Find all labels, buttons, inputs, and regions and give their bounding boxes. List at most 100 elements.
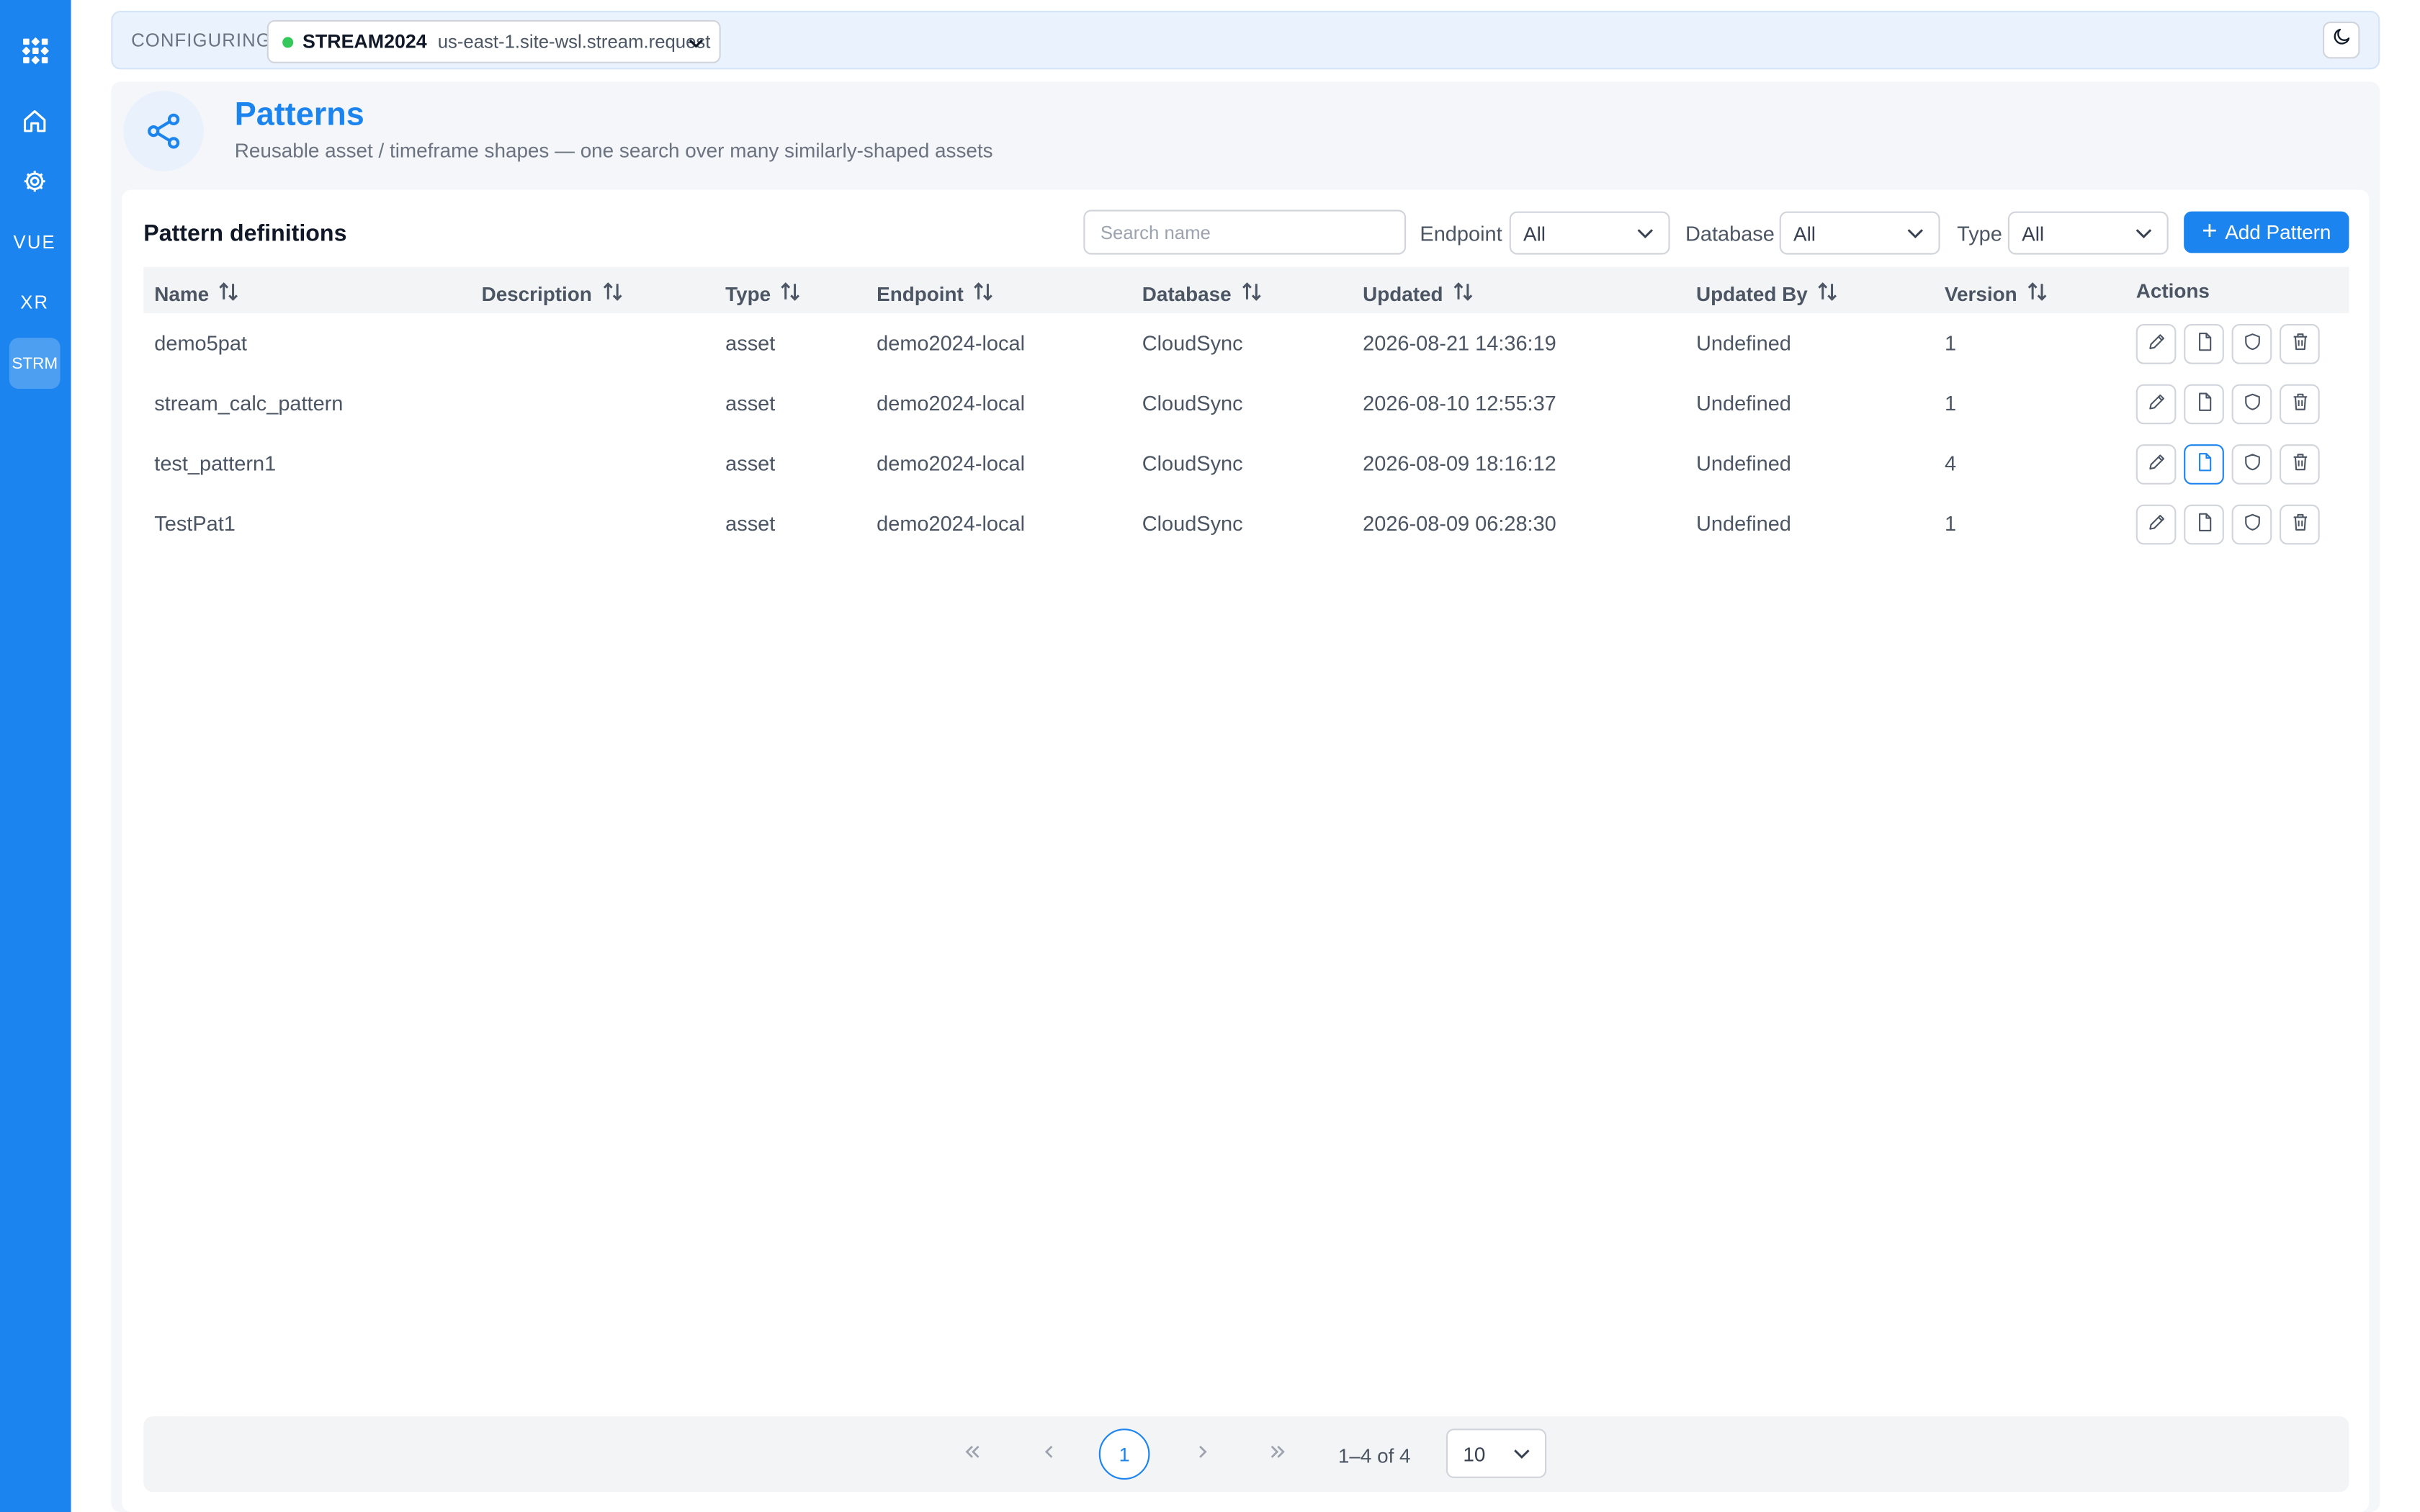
delete-button[interactable] <box>2280 504 2320 545</box>
permissions-button[interactable] <box>2231 444 2272 485</box>
row-actions <box>2136 444 2320 485</box>
cell-version: 4 <box>1945 451 1957 475</box>
shield-icon <box>2242 392 2262 416</box>
sidebar-item-xr[interactable]: XR <box>9 276 60 328</box>
column-label: Updated <box>1363 282 1443 305</box>
permissions-button[interactable] <box>2231 504 2272 545</box>
permissions-button[interactable] <box>2231 324 2272 364</box>
table-row[interactable]: stream_calc_pattern asset demo2024-local… <box>143 374 2349 434</box>
plus-icon: + <box>2202 215 2218 245</box>
cell-updated-by: Undefined <box>1696 331 1791 355</box>
column-header-updated-by[interactable]: Updated By <box>1696 279 1839 307</box>
column-header-type[interactable]: Type <box>725 279 802 307</box>
file-icon <box>2194 332 2214 356</box>
patterns-table: Name Description Type Endpoint Database … <box>143 266 2349 554</box>
delete-button[interactable] <box>2280 444 2320 485</box>
column-label: Endpoint <box>877 282 964 305</box>
database-filter-select[interactable]: All <box>1779 211 1940 255</box>
sort-icon <box>1817 281 1839 307</box>
database-filter-value: All <box>1793 221 1816 245</box>
status-dot <box>282 36 294 48</box>
file-icon <box>2194 512 2214 536</box>
add-pattern-button[interactable]: + Add Pattern <box>2184 211 2349 253</box>
theme-toggle-button[interactable] <box>2323 22 2360 59</box>
view-details-button[interactable] <box>2184 384 2224 425</box>
endpoint-filter-select[interactable]: All <box>1509 211 1670 255</box>
page-subtitle: Reusable asset / timeframe shapes — one … <box>234 138 993 162</box>
gear-icon[interactable] <box>9 156 60 207</box>
trash-icon <box>2290 332 2310 356</box>
edit-button[interactable] <box>2136 444 2177 485</box>
first-page-button[interactable] <box>959 1441 987 1469</box>
page-1-button[interactable]: 1 <box>1098 1428 1150 1480</box>
database-filter-label: Database <box>1685 222 1775 246</box>
column-header-description[interactable]: Description <box>482 279 623 307</box>
cell-name: demo5pat <box>154 331 247 355</box>
prev-page-button[interactable] <box>1036 1441 1064 1469</box>
trash-icon <box>2290 392 2310 416</box>
chevron-down-icon <box>1512 1444 1531 1467</box>
table-row[interactable]: test_pattern1 asset demo2024-local Cloud… <box>143 433 2349 494</box>
view-details-button[interactable] <box>2184 504 2224 545</box>
endpoint-filter-value: All <box>1523 221 1546 245</box>
edit-button[interactable] <box>2136 384 2177 425</box>
column-header-version[interactable]: Version <box>1945 279 2048 307</box>
delete-button[interactable] <box>2280 324 2320 364</box>
page-size-select[interactable]: 10 <box>1446 1428 1547 1478</box>
column-header-name[interactable]: Name <box>154 279 240 307</box>
cell-type: asset <box>725 331 776 355</box>
pencil-icon <box>2146 452 2166 477</box>
table-row[interactable]: TestPat1 asset demo2024-local CloudSync … <box>143 494 2349 554</box>
table-header: Name Description Type Endpoint Database … <box>143 266 2349 313</box>
sort-icon <box>780 281 802 307</box>
endpoint-host: us-east-1.site-wsl.stream.request <box>437 30 711 53</box>
cell-updated: 2026-08-09 06:28:30 <box>1363 512 1556 536</box>
sidebar-item-vue[interactable]: VUE <box>9 216 60 267</box>
moon-icon <box>2331 26 2352 54</box>
view-details-button[interactable] <box>2184 324 2224 364</box>
endpoint-selector[interactable]: STREAM2024 us-east-1.site-wsl.stream.req… <box>266 19 721 63</box>
cell-database: CloudSync <box>1142 512 1243 536</box>
endpoint-name: STREAM2024 <box>302 30 427 53</box>
column-header-actions: Actions <box>2136 279 2210 302</box>
share-nodes-icon <box>123 91 204 171</box>
cell-version: 1 <box>1945 392 1957 415</box>
cell-endpoint: demo2024-local <box>877 331 1025 355</box>
edit-button[interactable] <box>2136 324 2177 364</box>
chevrons-left-icon <box>963 1441 982 1469</box>
column-label: Description <box>481 282 592 305</box>
search-input[interactable] <box>1083 210 1407 255</box>
pagination: 1 1–4 of 4 10 <box>143 1416 2349 1493</box>
sort-icon <box>218 281 240 307</box>
table-row[interactable]: demo5pat asset demo2024-local CloudSync … <box>143 313 2349 374</box>
last-page-button[interactable] <box>1264 1441 1292 1469</box>
cell-updated-by: Undefined <box>1696 392 1791 415</box>
cell-type: asset <box>725 392 776 415</box>
permissions-button[interactable] <box>2231 384 2272 425</box>
home-icon[interactable] <box>9 96 60 147</box>
cell-name: test_pattern1 <box>154 451 277 475</box>
shield-icon <box>2242 452 2262 477</box>
column-header-endpoint[interactable]: Endpoint <box>877 279 995 307</box>
edit-button[interactable] <box>2136 504 2177 545</box>
sidebar-item-strm[interactable]: STRM <box>9 338 60 389</box>
column-label: Actions <box>2136 279 2210 302</box>
type-filter-select[interactable]: All <box>2007 211 2169 255</box>
delete-button[interactable] <box>2280 384 2320 425</box>
sort-icon <box>601 281 623 307</box>
column-header-updated[interactable]: Updated <box>1363 279 1474 307</box>
next-page-button[interactable] <box>1188 1441 1216 1469</box>
column-header-database[interactable]: Database <box>1142 279 1263 307</box>
chevron-down-icon <box>1636 224 1654 247</box>
grid-logo-icon[interactable] <box>9 24 60 76</box>
cell-database: CloudSync <box>1142 331 1243 355</box>
app-root: VUE XR STRM CONFIGURING STREAM2024 us-ea… <box>0 0 2420 1512</box>
chevron-down-icon <box>687 32 706 60</box>
view-details-button[interactable] <box>2184 444 2224 485</box>
column-label: Updated By <box>1696 282 1808 305</box>
column-label: Name <box>154 282 210 305</box>
pencil-icon <box>2146 392 2166 416</box>
type-filter-value: All <box>2022 221 2045 245</box>
trash-icon <box>2290 512 2310 536</box>
patterns-card: Pattern definitions Endpoint All Databas… <box>122 189 2370 1512</box>
